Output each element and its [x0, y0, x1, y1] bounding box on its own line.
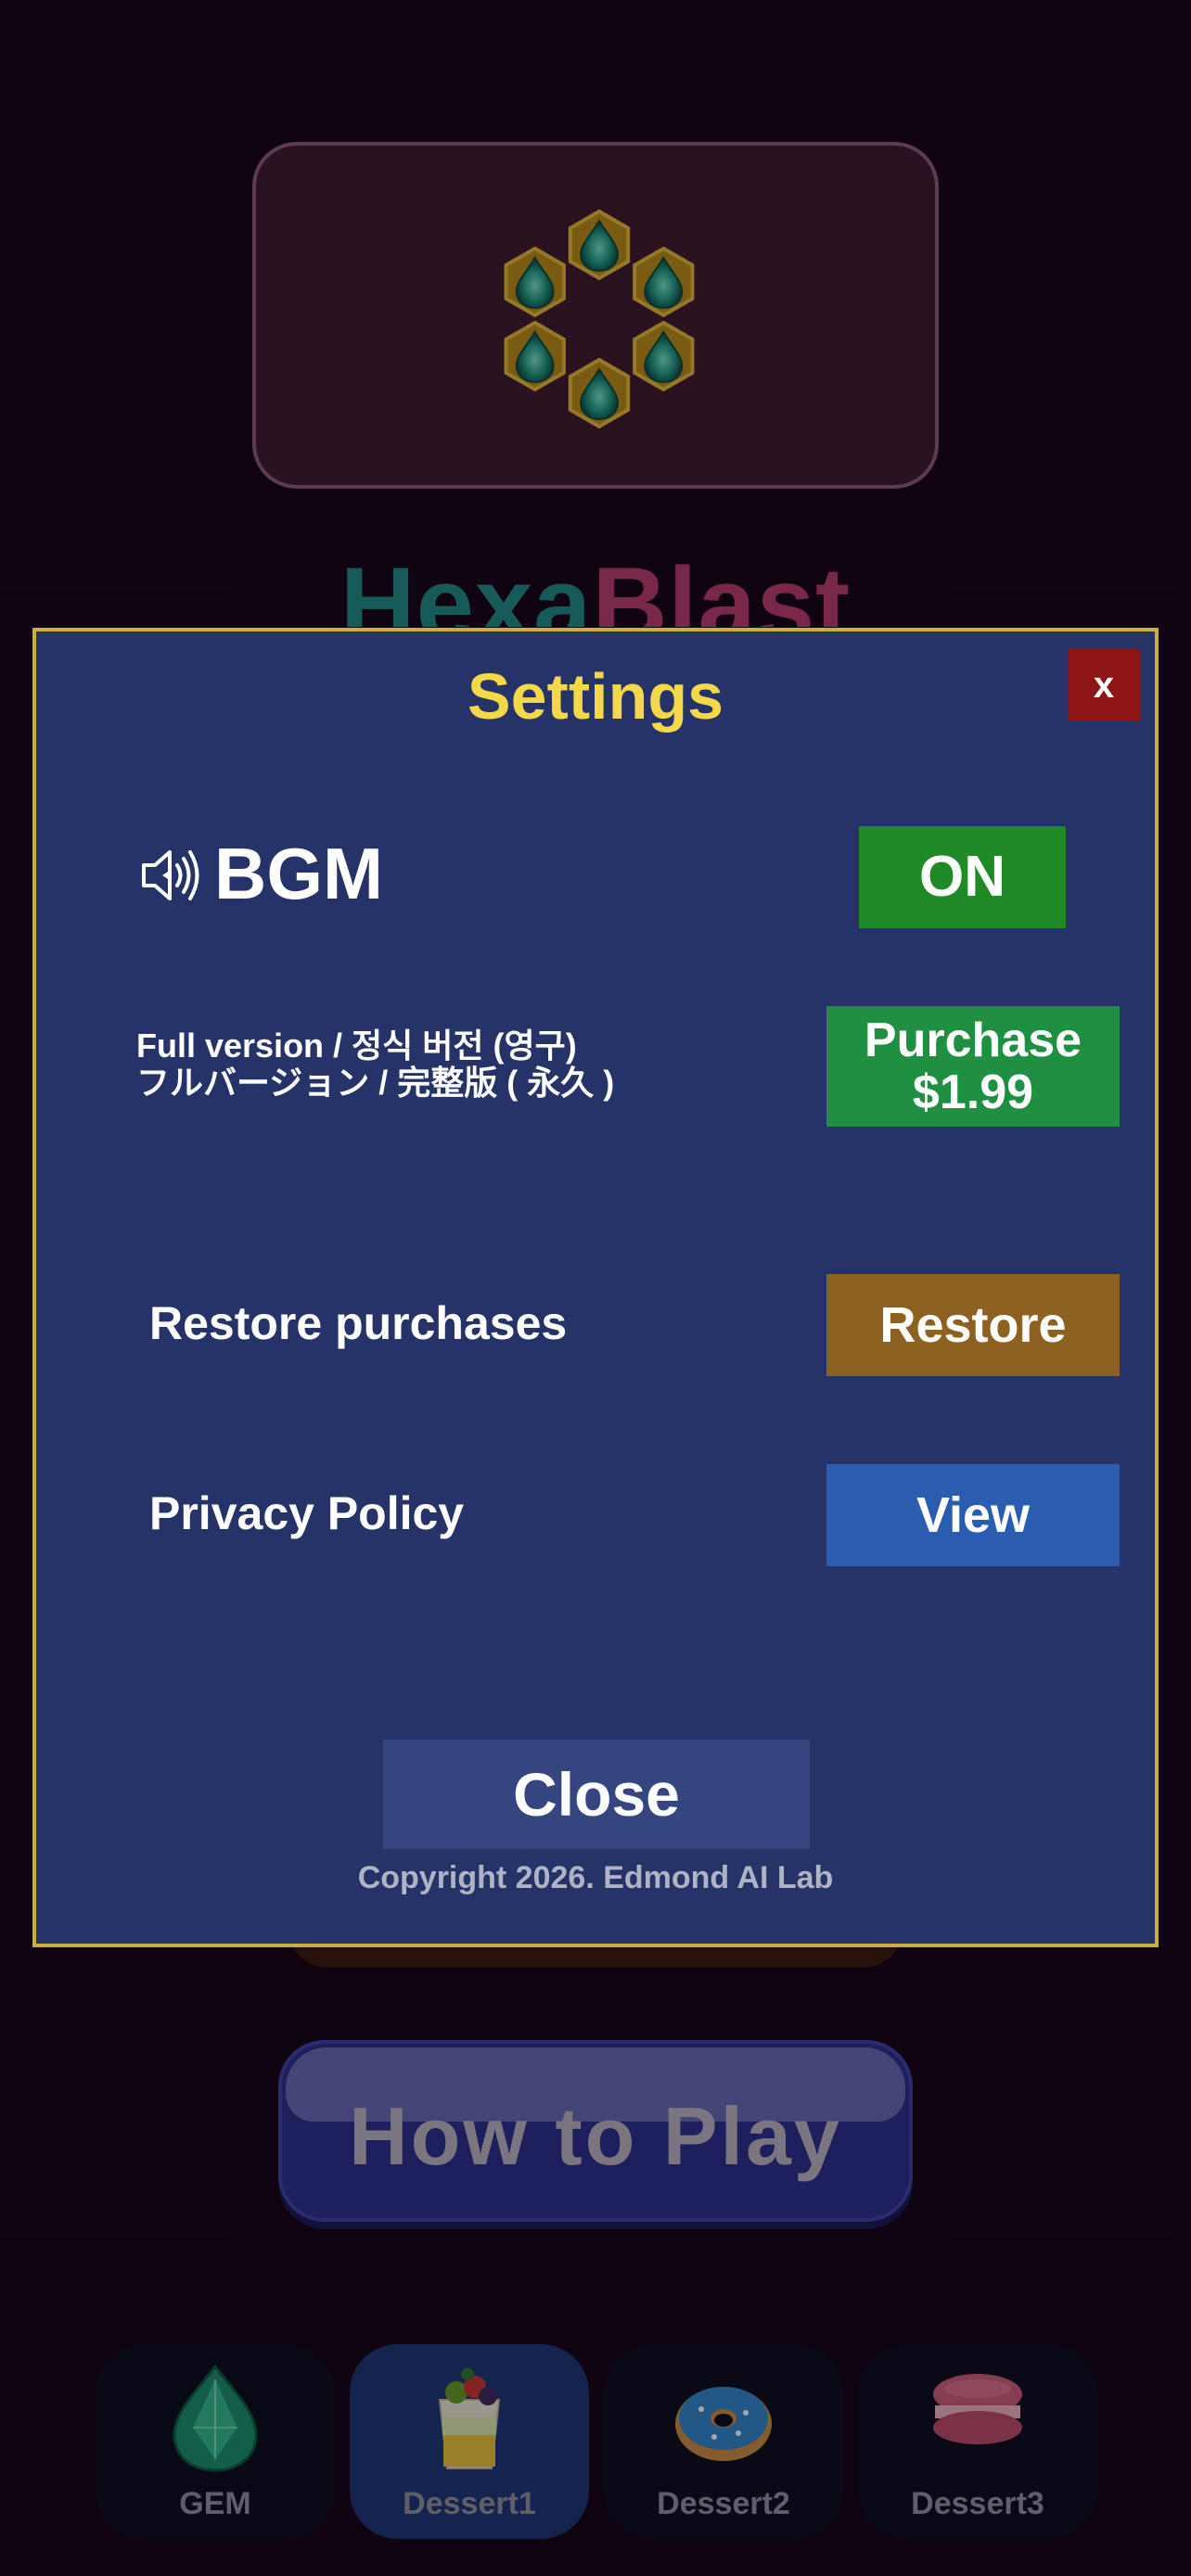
- purchase-button[interactable]: Purchase $1.99: [826, 1006, 1120, 1127]
- full-version-line1: Full version / 정식 버전 (영구): [136, 1027, 577, 1065]
- close-button[interactable]: Close: [383, 1740, 810, 1849]
- restore-button[interactable]: Restore: [826, 1274, 1120, 1376]
- settings-title: Settings: [467, 660, 724, 733]
- view-privacy-button[interactable]: View: [826, 1464, 1120, 1566]
- speaker-icon: [142, 850, 199, 900]
- bgm-toggle-button[interactable]: ON: [859, 826, 1066, 928]
- settings-modal: Settings x BGM ON Full version / 정식 버전 (…: [32, 628, 1159, 1947]
- full-version-line2: フルバージョン / 完整版 ( 永久 ): [136, 1064, 615, 1102]
- copyright-text: Copyright 2026. Edmond AI Lab: [357, 1860, 834, 1895]
- privacy-policy-label: Privacy Policy: [149, 1487, 465, 1539]
- purchase-button-label: Purchase: [864, 1014, 1082, 1067]
- restore-purchases-label: Restore purchases: [149, 1297, 568, 1349]
- full-version-description: Full version / 정식 버전 (영구) フルバージョン / 完整版 …: [136, 1027, 614, 1102]
- close-x-button[interactable]: x: [1068, 649, 1140, 721]
- purchase-price: $1.99: [912, 1065, 1034, 1119]
- bgm-label: BGM: [214, 833, 383, 914]
